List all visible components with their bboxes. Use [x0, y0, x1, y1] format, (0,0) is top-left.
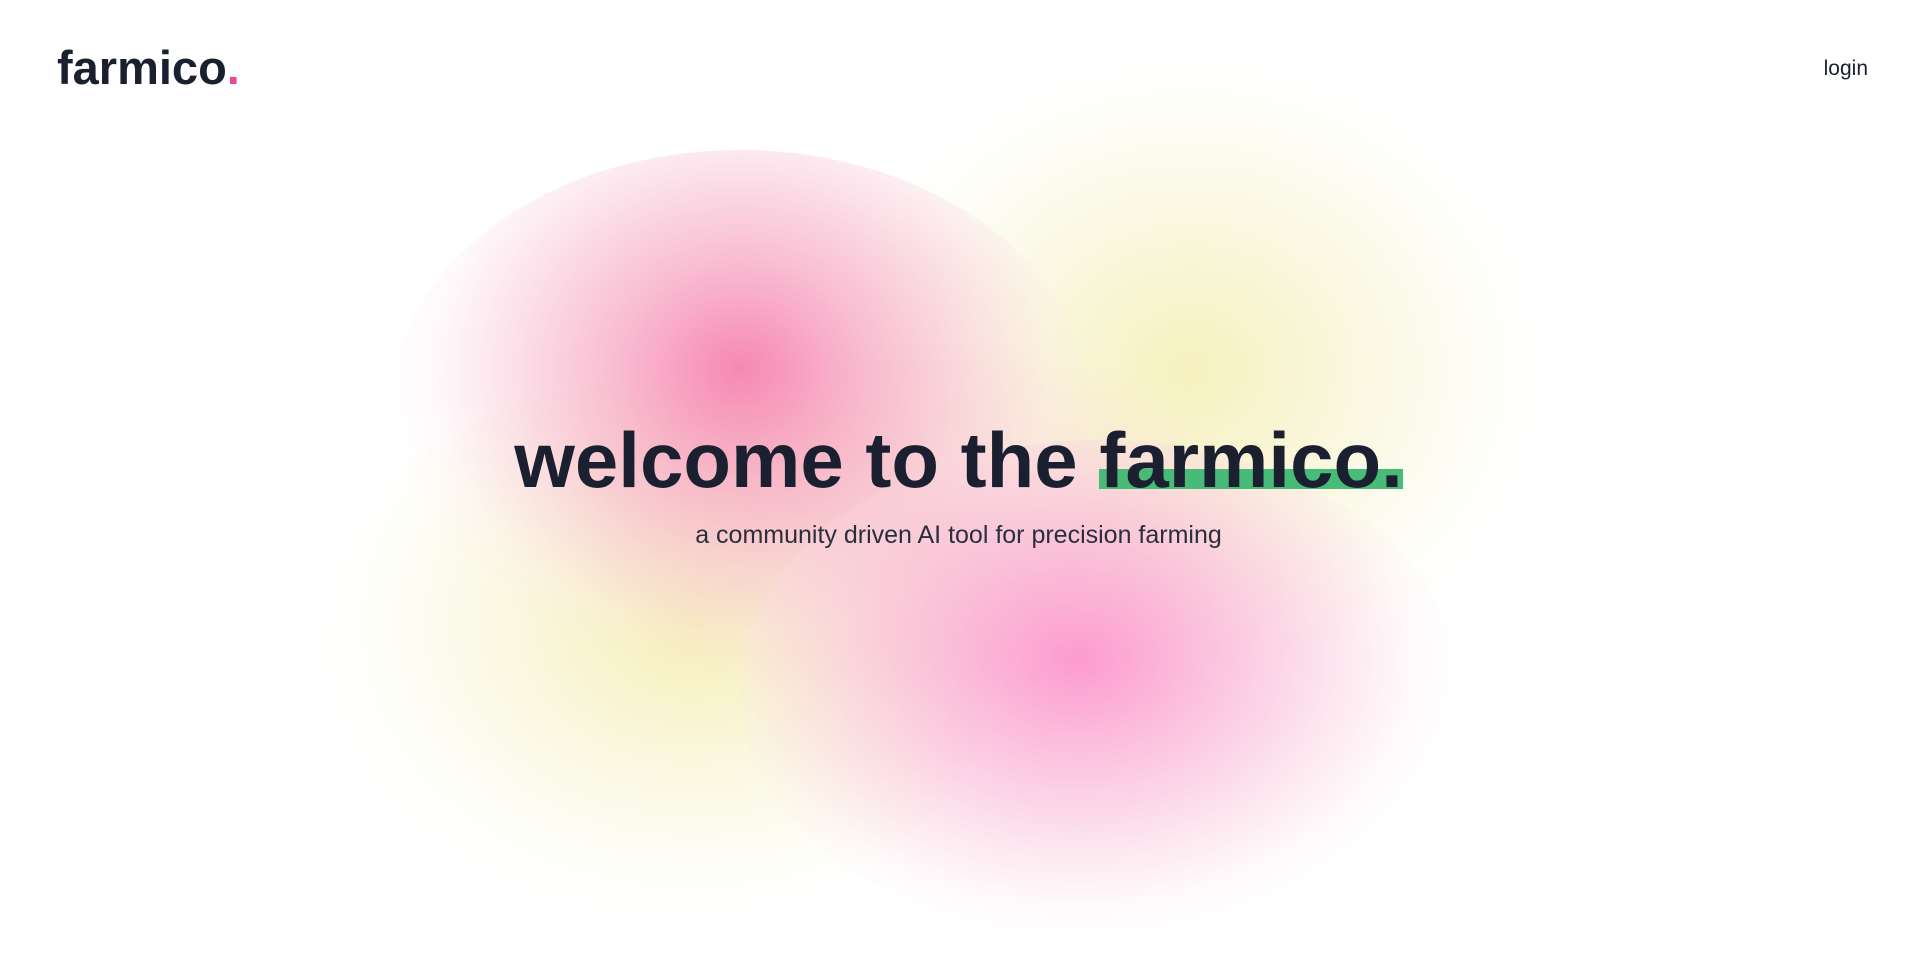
hero-title-highlight: farmico.	[1099, 415, 1403, 505]
logo-dot: .	[226, 41, 240, 94]
pink-blob-top	[390, 150, 1090, 670]
hero-section: welcome to the farmico. a community driv…	[0, 415, 1917, 551]
hero-subtitle: a community driven AI tool for precision…	[695, 521, 1222, 549]
landing-page: farmico. login welcome to the farmico. a…	[0, 0, 1917, 953]
logo-text: farmico	[57, 41, 227, 94]
logo[interactable]: farmico.	[57, 40, 240, 96]
site-header: farmico. login	[0, 0, 1917, 140]
yellow-blob-top	[840, 60, 1540, 680]
hero-title-highlight-text: farmico.	[1099, 416, 1403, 504]
hero-title-prefix: welcome to the	[514, 416, 1100, 504]
login-link[interactable]: login	[1824, 56, 1868, 82]
hero-title: welcome to the farmico.	[0, 415, 1917, 505]
